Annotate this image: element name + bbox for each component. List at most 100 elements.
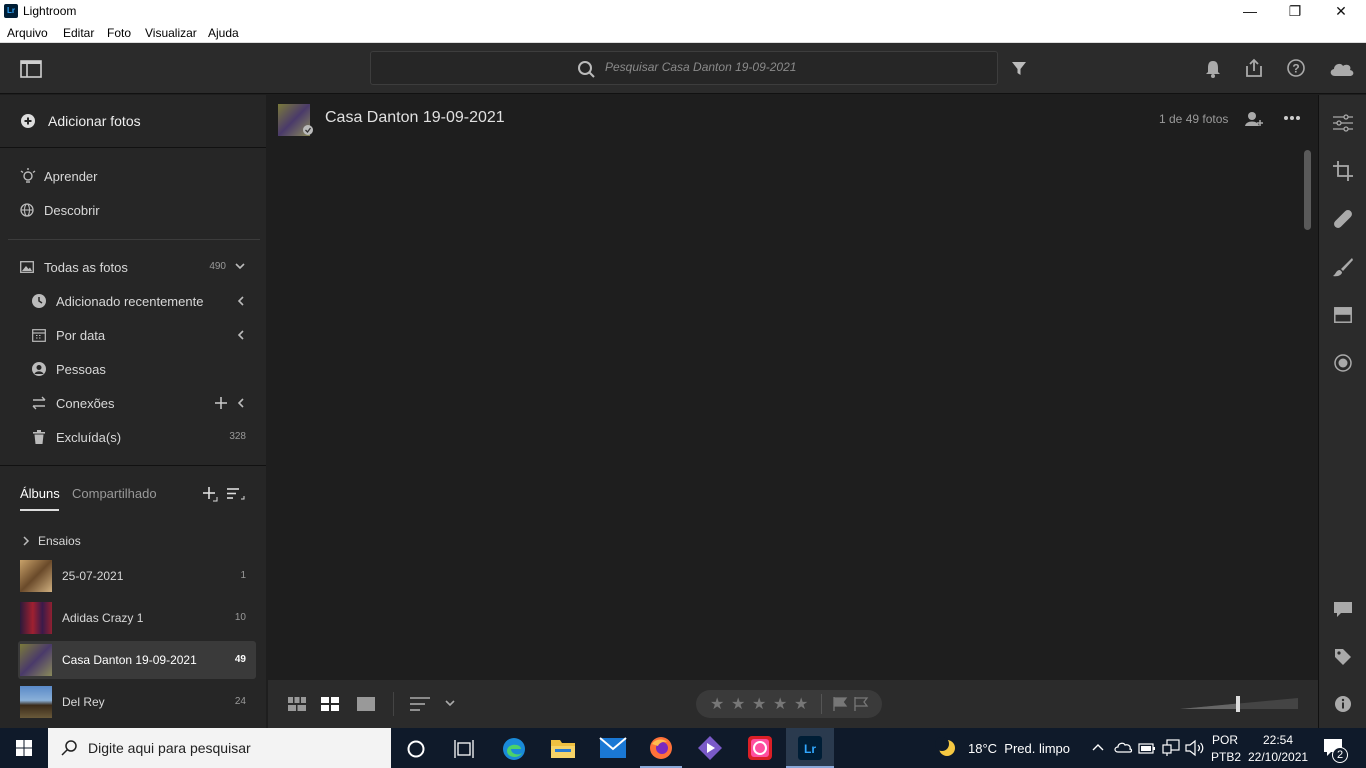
star-2-icon[interactable]: ★	[731, 694, 745, 714]
chevron-left-icon[interactable]	[237, 296, 244, 306]
album-name: Casa Danton 19-09-2021	[62, 653, 197, 667]
lightroom-icon[interactable]: Lr	[798, 736, 822, 760]
chevron-left-icon[interactable]	[237, 398, 244, 408]
more-options-icon[interactable]	[1284, 116, 1300, 120]
add-photos-label: Adicionar fotos	[48, 113, 141, 129]
star-4-icon[interactable]: ★	[773, 694, 787, 714]
search-box[interactable]	[370, 51, 998, 85]
sort-lines-icon[interactable]	[410, 697, 430, 711]
album-item[interactable]: 25-07-2021 1	[18, 557, 256, 595]
clock-date[interactable]: 22/10/2021	[1248, 750, 1308, 764]
close-button[interactable]: ✕	[1318, 0, 1364, 22]
star-3-icon[interactable]: ★	[752, 694, 766, 714]
nav-deleted-label: Excluída(s)	[56, 430, 122, 445]
nav-by-date[interactable]: Por data	[0, 318, 266, 352]
file-explorer-icon[interactable]	[551, 738, 575, 758]
input-layout[interactable]: PTB2	[1211, 750, 1241, 764]
radial-gradient-icon[interactable]	[1334, 354, 1352, 372]
star-1-icon[interactable]: ★	[710, 694, 724, 714]
search-input[interactable]	[605, 60, 985, 74]
taskbar-search-box[interactable]: Digite aqui para pesquisar	[48, 728, 391, 768]
nav-deleted[interactable]: Excluída(s) 328	[0, 420, 266, 454]
connections-icon	[32, 396, 46, 410]
mail-icon[interactable]	[599, 737, 627, 758]
scrollbar-thumb[interactable]	[1304, 150, 1311, 230]
volume-icon[interactable]	[1185, 739, 1204, 757]
album-thumbnail	[20, 644, 52, 676]
add-album-icon[interactable]	[203, 487, 218, 502]
photo-grid-view-icon[interactable]	[321, 697, 339, 711]
thumbnail-size-slider[interactable]	[1180, 696, 1300, 712]
onedrive-cloud-icon[interactable]	[1114, 741, 1133, 753]
album-item[interactable]: Adidas Crazy 1 10	[18, 599, 256, 637]
search-icon	[61, 740, 77, 756]
tab-shared[interactable]: Compartilhado	[72, 486, 157, 501]
battery-plug-icon[interactable]	[1138, 741, 1155, 755]
firefox-icon[interactable]	[649, 736, 673, 760]
menu-arquivo[interactable]: Arquivo	[7, 26, 48, 40]
deleted-count: 328	[229, 431, 246, 442]
chevron-down-icon[interactable]	[235, 263, 245, 270]
chevron-left-icon[interactable]	[237, 330, 244, 340]
tab-albums[interactable]: Álbuns	[20, 486, 60, 501]
share-icon[interactable]	[1245, 58, 1263, 77]
menu-editar[interactable]: Editar	[63, 26, 94, 40]
cloud-icon[interactable]	[1329, 61, 1355, 77]
linear-gradient-icon[interactable]	[1334, 307, 1352, 323]
plus-icon[interactable]	[215, 397, 227, 409]
chevron-right-icon[interactable]	[23, 536, 30, 546]
nav-people[interactable]: Pessoas	[0, 352, 266, 386]
input-language[interactable]: POR	[1212, 733, 1238, 747]
nav-by-date-label: Por data	[56, 328, 106, 343]
nav-all-photos[interactable]: Todas as fotos 490	[0, 250, 266, 284]
detail-view-icon[interactable]	[357, 697, 375, 711]
comment-icon[interactable]	[1334, 602, 1352, 618]
windows-start-icon[interactable]	[16, 740, 32, 756]
folder-ensaios[interactable]: Ensaios	[18, 524, 256, 558]
help-icon[interactable]: ?	[1287, 59, 1305, 77]
window-title: Lightroom	[23, 4, 77, 18]
video-editor-icon[interactable]	[698, 736, 722, 760]
edit-sliders-icon[interactable]	[1333, 114, 1353, 132]
weather-text[interactable]: 18°C Pred. limpo	[968, 741, 1070, 756]
crop-icon[interactable]	[1333, 161, 1353, 181]
tab-active-indicator	[20, 509, 59, 511]
menu-visualizar[interactable]: Visualizar	[145, 26, 197, 40]
panel-toggle-icon[interactable]	[20, 60, 42, 78]
star-5-icon[interactable]: ★	[794, 694, 808, 714]
maximize-button[interactable]: ❐	[1272, 0, 1318, 22]
clock-time[interactable]: 22:54	[1263, 733, 1293, 747]
healing-bandage-icon[interactable]	[1333, 209, 1353, 229]
minimize-button[interactable]: —	[1227, 0, 1273, 22]
pick-flag-icon[interactable]	[833, 697, 848, 711]
nav-recently-added[interactable]: Adicionado recentemente	[0, 284, 266, 318]
nav-connections[interactable]: Conexões	[0, 386, 266, 420]
weather-moon-icon[interactable]	[935, 737, 957, 758]
chevron-up-icon[interactable]	[1092, 743, 1104, 751]
trash-icon	[33, 430, 45, 444]
edge-browser-icon[interactable]	[502, 737, 526, 761]
filter-icon[interactable]	[1011, 60, 1027, 76]
menu-ajuda[interactable]: Ajuda	[208, 26, 239, 40]
info-icon[interactable]	[1334, 695, 1352, 713]
brush-icon[interactable]	[1333, 257, 1353, 277]
nav-learn[interactable]: Aprender	[0, 159, 266, 193]
network-icon[interactable]	[1162, 739, 1181, 756]
nav-discover[interactable]: Descobrir	[0, 193, 266, 227]
creative-cloud-icon[interactable]	[748, 736, 772, 760]
add-photos-button[interactable]: Adicionar fotos	[0, 104, 266, 138]
sort-icon[interactable]	[227, 487, 245, 501]
task-view-icon[interactable]	[454, 740, 474, 758]
album-item-selected[interactable]: Casa Danton 19-09-2021 49	[18, 641, 256, 679]
square-grid-view-icon[interactable]	[288, 697, 306, 711]
notification-badge: 2	[1332, 747, 1348, 763]
share-album-icon[interactable]	[1245, 111, 1263, 127]
chevron-down-icon[interactable]	[445, 700, 455, 707]
cortana-icon[interactable]	[407, 740, 425, 758]
svg-text:Lr: Lr	[804, 742, 816, 756]
tag-icon[interactable]	[1334, 648, 1352, 666]
bell-icon[interactable]	[1205, 60, 1221, 78]
reject-flag-icon[interactable]	[854, 697, 869, 711]
menu-foto[interactable]: Foto	[107, 26, 131, 40]
album-item[interactable]: Del Rey 24	[18, 683, 256, 721]
